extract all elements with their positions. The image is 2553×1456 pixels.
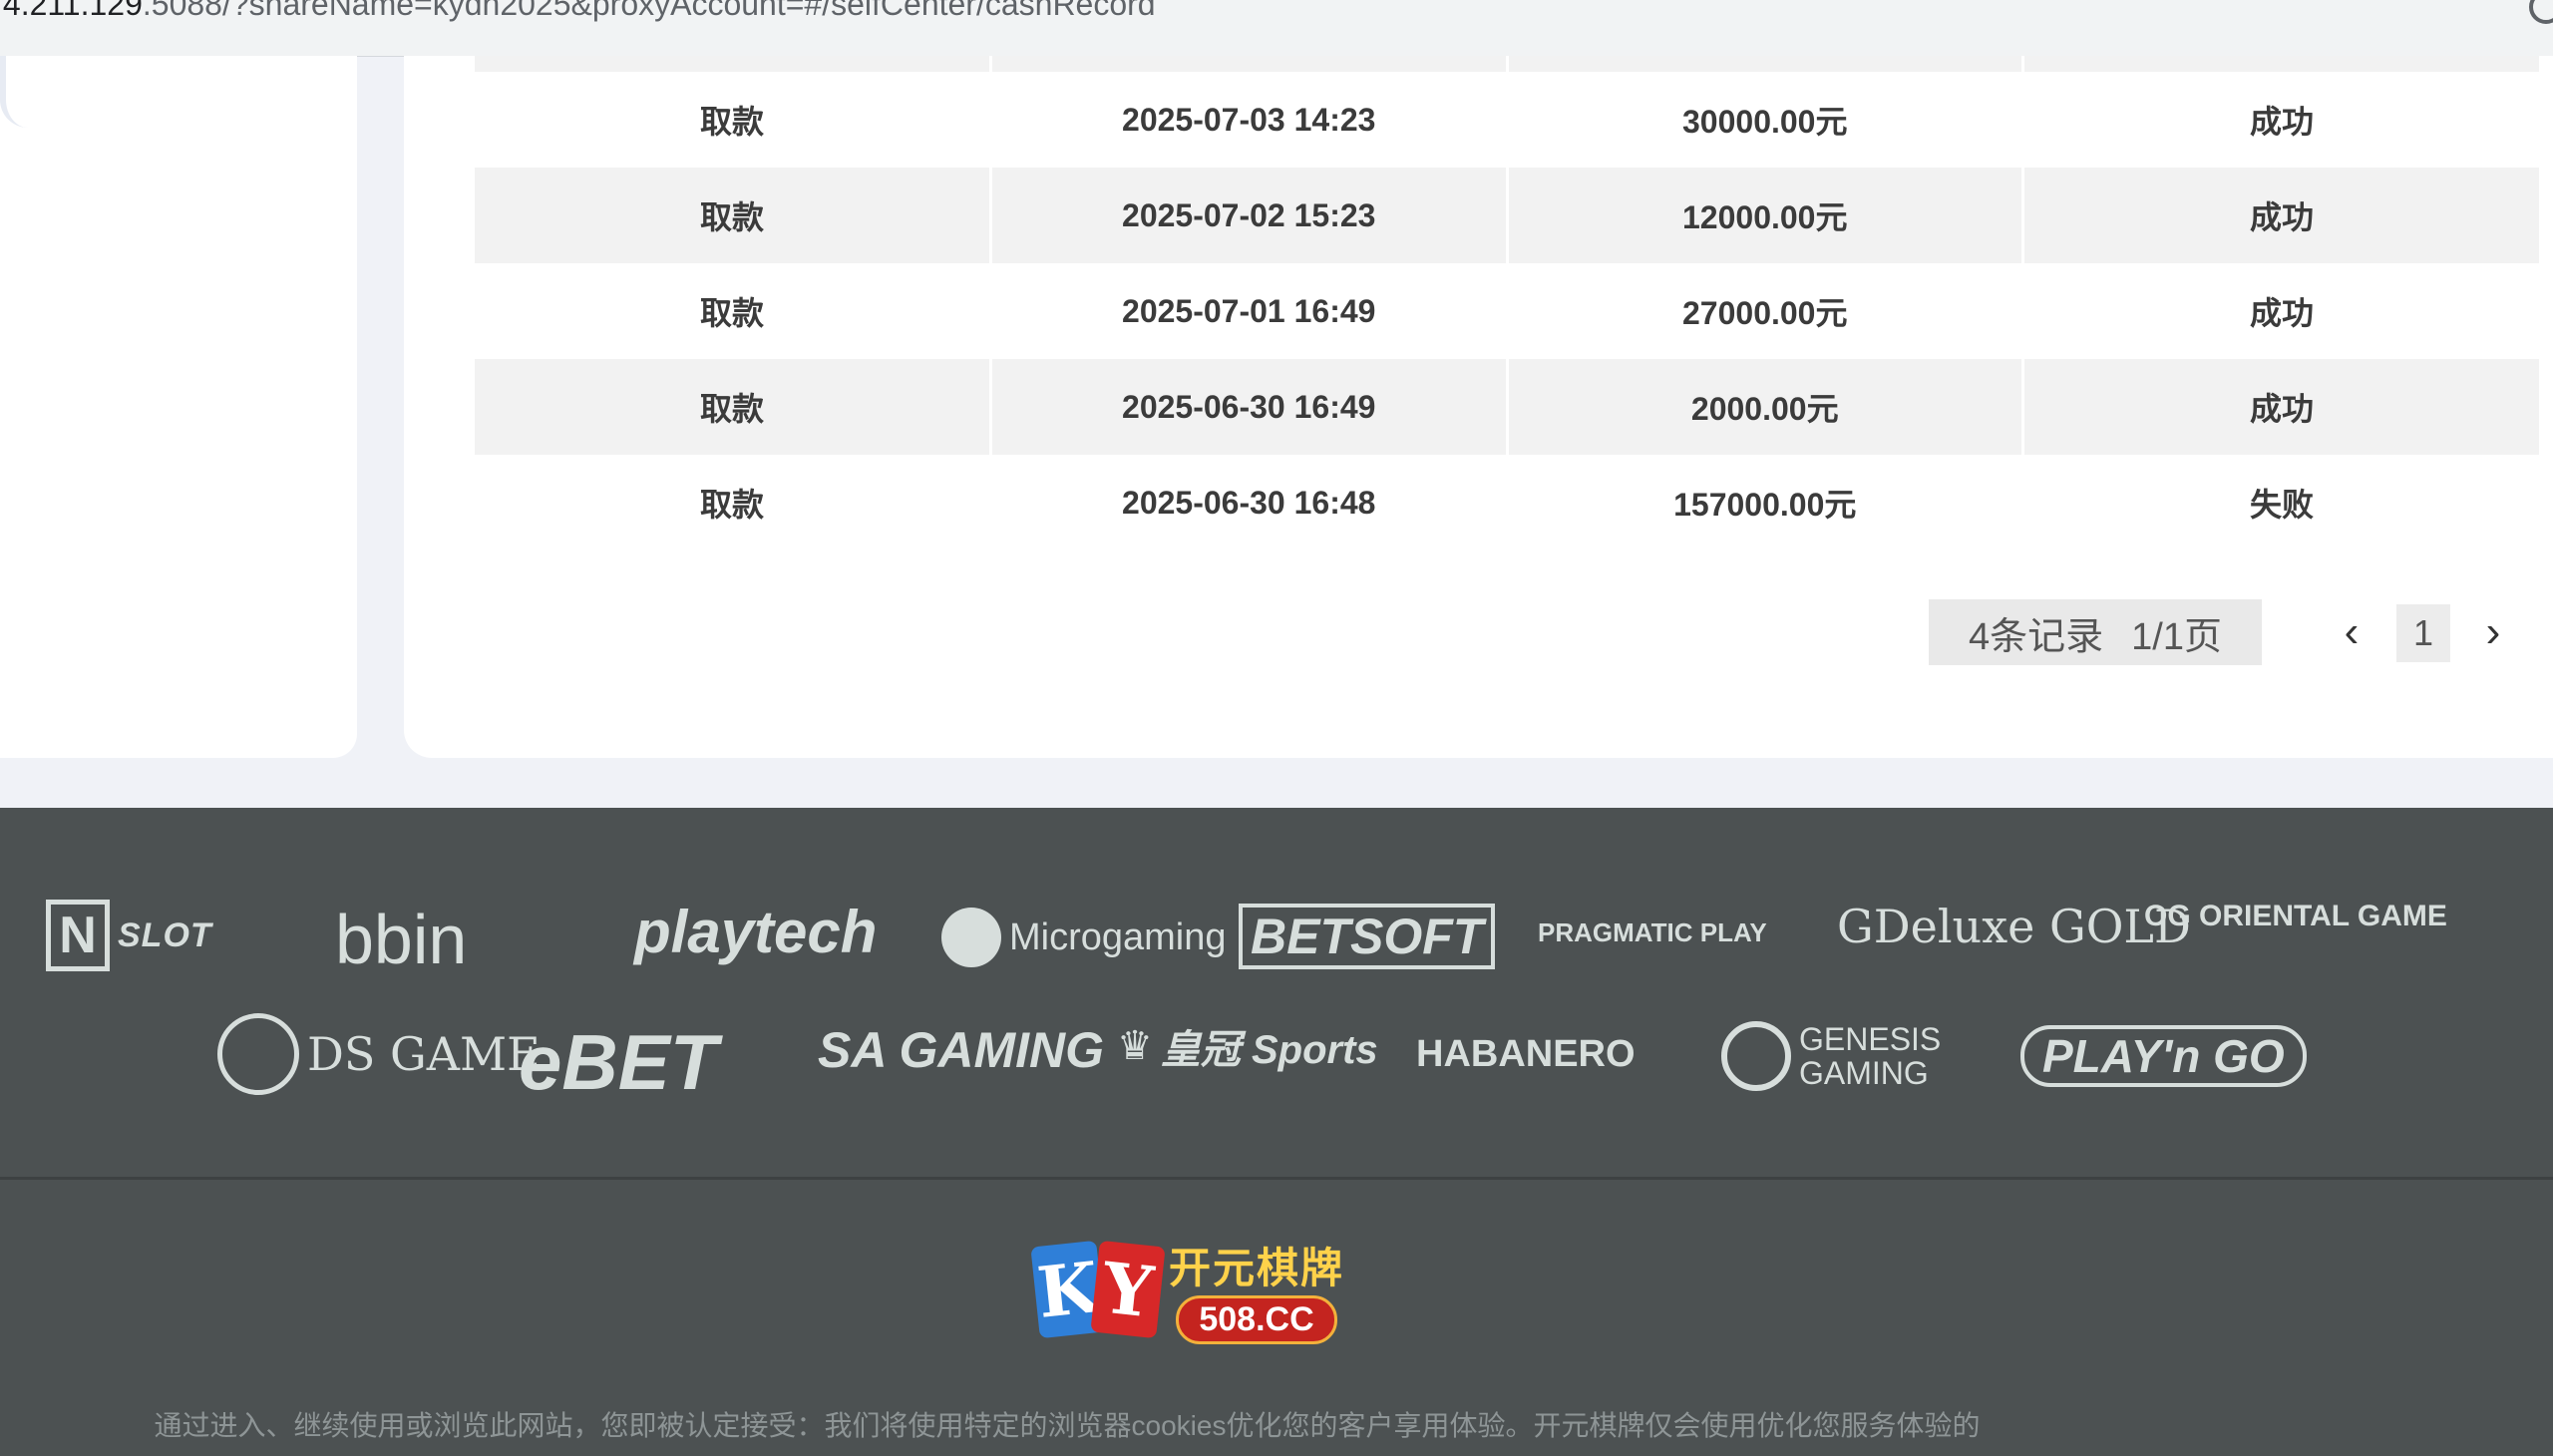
- partner-logo-nslot: N SLOT: [46, 900, 212, 971]
- sidebar-decoration: [0, 56, 28, 128]
- url-text[interactable]: .4.211.129.5088/?shareName=kydh2025&prox…: [0, 0, 1156, 23]
- partner-logo-betsoft: BETSOFT: [1239, 904, 1496, 969]
- pagination-summary: 4条记录 1/1页: [1929, 599, 2262, 665]
- table-row: 取款 2025-07-03 14:23 30000.00元 成功: [475, 72, 2539, 168]
- page-indicator: 1/1页: [2131, 615, 2222, 658]
- partner-logo-bbin: bbin: [335, 901, 468, 978]
- cell-type: 取款: [475, 72, 992, 168]
- partner-logo-sa-gaming: SA GAMING: [818, 1022, 1105, 1078]
- brand-text: 开元棋牌 508.CC: [1169, 1235, 1344, 1344]
- page-button-current[interactable]: 1: [2396, 604, 2450, 662]
- cell-time: 2025-06-30 16:49: [990, 359, 1509, 455]
- partner-logo-pragmatic-play: PRAGMATIC PLAY: [1538, 917, 1767, 947]
- partner-logo-microgaming: Microgaming: [941, 908, 1227, 967]
- table-row: 取款 2025-07-02 15:23 12000.00元 成功: [475, 168, 2539, 263]
- url-host: .4.211.129: [0, 0, 143, 22]
- cell-type: 取款: [475, 168, 992, 263]
- cell-status: 成功: [2022, 359, 2539, 455]
- brand-logo: K Y 开元棋牌 508.CC: [1030, 1235, 1374, 1344]
- brand-logo-y: Y: [1090, 1240, 1166, 1339]
- microgaming-mark: [941, 908, 1001, 967]
- cell-status: 成功: [2022, 168, 2539, 263]
- genesis-mark: [1721, 1021, 1791, 1091]
- cell-status: 成功: [2249, 295, 2314, 331]
- ds-game-mark: [217, 1013, 299, 1095]
- cell-amount: 12000.00元: [1507, 168, 2024, 263]
- partner-logo-ds-game: DS GAME: [217, 1013, 541, 1095]
- partner-logo-playtech: playtech: [634, 899, 878, 965]
- record-count: 4条记录: [1969, 615, 2104, 658]
- cell-amount: 157000.00元: [1507, 455, 2024, 550]
- sidebar-panel: [0, 56, 357, 758]
- cell-type: 取款: [475, 263, 992, 359]
- cell-time: 2025-07-02 15:23: [990, 168, 1509, 263]
- browser-address-bar[interactable]: .4.211.129.5088/?shareName=kydh2025&prox…: [0, 0, 2553, 57]
- table-row: 取款 2025-06-30 16:49 2000.00元 成功: [475, 359, 2539, 455]
- cell-amount: 27000.00元: [1507, 263, 2024, 359]
- partner-logo-playngo: PLAY'n GO: [2020, 1025, 2307, 1087]
- table-row: 取款 2025-07-01 16:49 27000.00元 成功: [475, 263, 2539, 359]
- cell-type: 取款: [475, 359, 992, 455]
- footer-divider: [0, 1177, 2553, 1180]
- partner-logo-ebet: eBET: [519, 1018, 718, 1106]
- cash-record-table: 取款 2025-07-03 14:23 30000.00元 成功 取款 2025…: [475, 56, 2539, 550]
- cell-time: 2025-07-01 16:49: [990, 263, 1509, 359]
- table-row-partial: [475, 56, 2539, 72]
- crown-icon: ♛: [1117, 1024, 1153, 1068]
- cookie-notice: 通过进入、继续使用或浏览此网站，您即被认定接受：我们将使用特定的浏览器cooki…: [154, 1410, 1981, 1441]
- partner-logo-habanero: HABANERO: [1416, 1033, 1636, 1075]
- cell-time: 2025-07-03 14:23: [990, 72, 1509, 168]
- partner-logo-genesis-gaming: GENESIS GAMING: [1721, 1021, 2018, 1091]
- url-path: .5088/?shareName=kydh2025&proxyAccount=#…: [142, 0, 1156, 22]
- cell-status: 失败: [2249, 487, 2314, 523]
- reload-icon[interactable]: [2529, 0, 2553, 24]
- partner-logo-gold-deluxe: GDeluxe GOLD: [1837, 900, 2191, 953]
- partner-logo-oriental-game: OG ORIENTAL GAME: [2144, 900, 2447, 932]
- brand-name: 开元棋牌: [1169, 1245, 1345, 1291]
- cell-type: 取款: [475, 455, 992, 550]
- chevron-right-icon[interactable]: ›: [2471, 607, 2515, 656]
- nslot-mark: N: [46, 900, 110, 971]
- cell-amount: 30000.00元: [1507, 72, 2024, 168]
- partner-logo-crown-sports: ♛ 皇冠 Sports: [1117, 1024, 1378, 1072]
- brand-domain: 508.CC: [1176, 1295, 1337, 1344]
- cell-status: 成功: [2249, 104, 2314, 140]
- table-row: 取款 2025-06-30 16:48 157000.00元 失败: [475, 455, 2539, 550]
- cell-time: 2025-06-30 16:48: [990, 455, 1509, 550]
- chevron-left-icon[interactable]: ‹: [2330, 607, 2373, 656]
- cell-amount: 2000.00元: [1507, 359, 2024, 455]
